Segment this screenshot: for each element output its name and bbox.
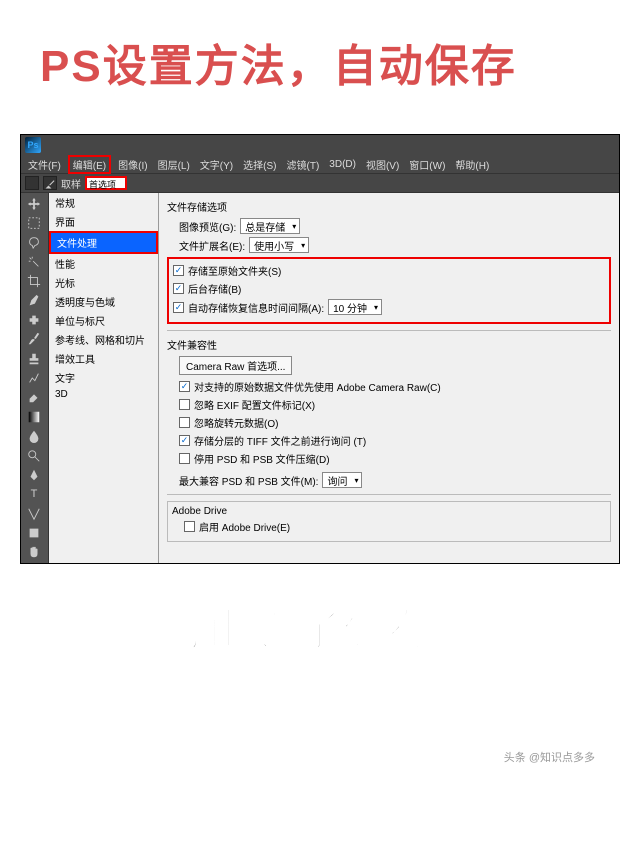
autosave-interval-select[interactable]: 10 分钟 (328, 299, 382, 315)
lasso-tool-icon[interactable] (23, 234, 45, 251)
menu-image[interactable]: 图像(I) (115, 157, 150, 172)
blur-tool-icon[interactable] (23, 428, 45, 445)
pref-performance[interactable]: 性能 (49, 254, 158, 273)
cb-tiff-label: 存储分层的 TIFF 文件之前进行询问 (T) (194, 433, 366, 448)
background-save-label: 后台存储(B) (188, 281, 241, 296)
pref-guides[interactable]: 参考线、网格和切片 (49, 330, 158, 349)
adobe-drive-label: 启用 Adobe Drive(E) (199, 519, 290, 534)
menu-select[interactable]: 选择(S) (240, 157, 279, 172)
menu-edit[interactable]: 编辑(E) (68, 155, 111, 174)
cb-tiff[interactable]: ✓ (179, 435, 190, 446)
cb-rotation-label: 忽略旋转元数据(O) (194, 415, 278, 430)
pref-transparency[interactable]: 透明度与色域 (49, 292, 158, 311)
menu-filter[interactable]: 滤镜(T) (284, 157, 323, 172)
type-tool-icon[interactable]: T (23, 486, 45, 503)
dodge-tool-icon[interactable] (23, 447, 45, 464)
cb-rotation[interactable] (179, 417, 190, 428)
bottom-caption: 防止忘了保存哟 (0, 594, 640, 658)
autosave-label: 自动存储恢复信息时间间隔(A): (188, 300, 324, 315)
max-compat-select[interactable]: 询问 (322, 472, 362, 488)
menu-file[interactable]: 文件(F) (25, 157, 64, 172)
image-preview-select[interactable]: 总是存储 (240, 218, 300, 234)
page-title: PS设置方法，自动保存 (0, 0, 640, 114)
gradient-tool-icon[interactable] (23, 408, 45, 425)
menu-3d[interactable]: 3D(D) (326, 159, 359, 170)
camera-raw-button[interactable]: Camera Raw 首选项... (179, 356, 292, 375)
adobe-drive-section: Adobe Drive 启用 Adobe Drive(E) (167, 501, 611, 542)
autosave-checkbox[interactable]: ✓ (173, 302, 184, 313)
pref-text[interactable]: 文字 (49, 368, 158, 387)
heal-tool-icon[interactable] (23, 311, 45, 328)
preferences-panel: 文件存储选项 图像预览(G): 总是存储 文件扩展名(E): 使用小写 ✓ 存储… (159, 193, 619, 563)
crop-tool-icon[interactable] (23, 273, 45, 290)
move-tool-icon[interactable] (23, 195, 45, 212)
cb-compress[interactable] (179, 453, 190, 464)
watermark: 头条 @知识点多多 (504, 749, 595, 765)
hand-tool-icon[interactable] (23, 544, 45, 561)
history-brush-icon[interactable] (23, 369, 45, 386)
stamp-tool-icon[interactable] (23, 350, 45, 367)
menu-window[interactable]: 窗口(W) (406, 157, 448, 172)
menubar: 文件(F) 编辑(E) 图像(I) 图层(L) 文字(Y) 选择(S) 滤镜(T… (21, 155, 619, 173)
path-tool-icon[interactable] (23, 505, 45, 522)
tools-panel: T (21, 193, 49, 563)
ps-body: T 常规 界面 文件处理 性能 光标 透明度与色域 单位与标尺 参考线、网格和切… (21, 193, 619, 563)
pref-plugins[interactable]: 增效工具 (49, 349, 158, 368)
pref-3d[interactable]: 3D (49, 387, 158, 402)
background-save-checkbox[interactable]: ✓ (173, 283, 184, 294)
eyedropper-tool-icon[interactable] (23, 292, 45, 309)
file-ext-label: 文件扩展名(E): (179, 238, 245, 253)
pref-general[interactable]: 常规 (49, 193, 158, 212)
sample-label: 取样 (61, 176, 81, 191)
save-original-folder-checkbox[interactable]: ✓ (173, 265, 184, 276)
file-save-options-title: 文件存储选项 (167, 199, 611, 214)
adobe-drive-title: Adobe Drive (172, 506, 606, 517)
file-ext-select[interactable]: 使用小写 (249, 237, 309, 253)
tool-preset-icon[interactable] (25, 176, 39, 190)
wand-tool-icon[interactable] (23, 253, 45, 270)
cb-camera-raw[interactable]: ✓ (179, 381, 190, 392)
autosave-highlight-box: ✓ 存储至原始文件夹(S) ✓ 后台存储(B) ✓ 自动存储恢复信息时间间隔(A… (167, 257, 611, 324)
file-compat-title: 文件兼容性 (167, 337, 611, 352)
brush-tool-icon[interactable] (23, 331, 45, 348)
ps-logo-icon: Ps (25, 137, 41, 153)
menu-view[interactable]: 视图(V) (363, 157, 402, 172)
pref-units[interactable]: 单位与标尺 (49, 311, 158, 330)
image-preview-label: 图像预览(G): (179, 219, 236, 234)
pref-interface[interactable]: 界面 (49, 212, 158, 231)
adobe-drive-checkbox[interactable] (184, 521, 195, 532)
save-original-folder-label: 存储至原始文件夹(S) (188, 263, 281, 278)
preferences-category-list: 常规 界面 文件处理 性能 光标 透明度与色域 单位与标尺 参考线、网格和切片 … (49, 193, 159, 563)
menu-type[interactable]: 文字(Y) (197, 157, 236, 172)
cb-compress-label: 停用 PSD 和 PSB 文件压缩(D) (194, 451, 330, 466)
pref-file-handling[interactable]: 文件处理 (49, 231, 158, 254)
menu-layer[interactable]: 图层(L) (155, 157, 193, 172)
menu-help[interactable]: 帮助(H) (452, 157, 492, 172)
photoshop-window: Ps 文件(F) 编辑(E) 图像(I) 图层(L) 文字(Y) 选择(S) 滤… (20, 134, 620, 564)
marquee-tool-icon[interactable] (23, 214, 45, 231)
pen-tool-icon[interactable] (23, 466, 45, 483)
max-compat-label: 最大兼容 PSD 和 PSB 文件(M): (179, 473, 318, 488)
eraser-tool-icon[interactable] (23, 389, 45, 406)
pref-cursors[interactable]: 光标 (49, 273, 158, 292)
shape-tool-icon[interactable] (23, 524, 45, 541)
options-bar: 取样 首选项 (21, 173, 619, 193)
cb-camera-raw-label: 对支持的原始数据文件优先使用 Adobe Camera Raw(C) (194, 379, 441, 394)
cb-exif-label: 忽略 EXIF 配置文件标记(X) (194, 397, 315, 412)
preferences-input[interactable]: 首选项 (85, 176, 127, 190)
cb-exif[interactable] (179, 399, 190, 410)
brush-icon[interactable] (43, 176, 57, 190)
ps-titlebar: Ps (21, 135, 619, 155)
